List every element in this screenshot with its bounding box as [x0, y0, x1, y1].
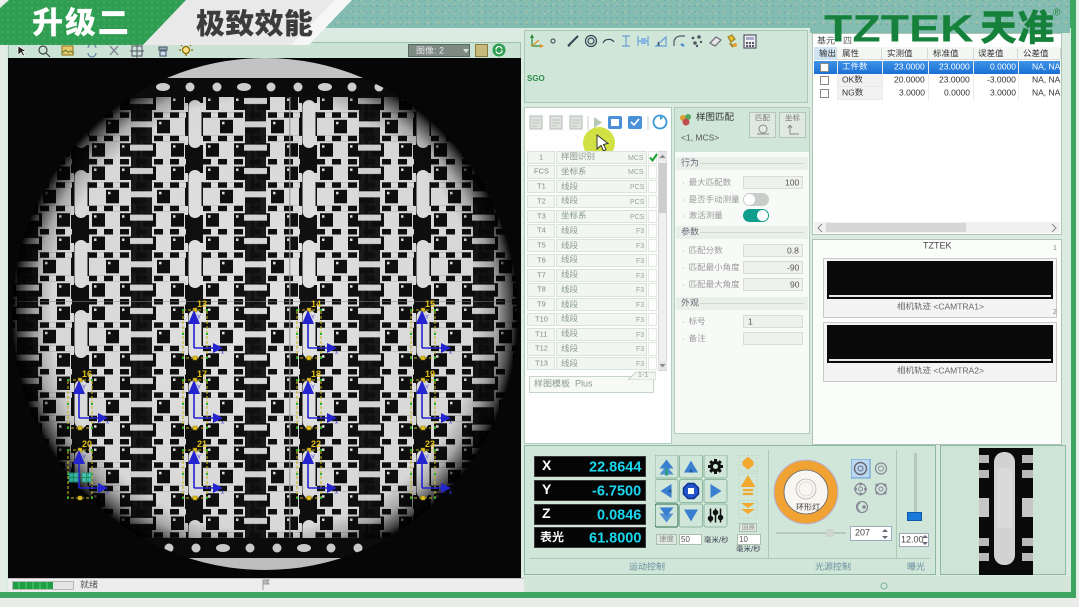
svg-text:-6.7500: -6.7500	[592, 483, 641, 499]
svg-text:T5: T5	[537, 240, 546, 249]
svg-text:22.8644: 22.8644	[589, 459, 641, 475]
svg-text:23.0000: 23.0000	[894, 61, 925, 71]
svg-text:·: ·	[682, 316, 687, 326]
svg-text:PCS: PCS	[630, 199, 645, 206]
svg-text:0.8: 0.8	[787, 245, 799, 255]
svg-text:23.0000: 23.0000	[939, 74, 970, 84]
svg-text:SGO: SGO	[527, 74, 545, 83]
svg-text:TZTEK: TZTEK	[923, 241, 952, 251]
svg-text:·: ·	[682, 245, 687, 255]
svg-text:0.0000: 0.0000	[990, 61, 1016, 71]
svg-text:T8: T8	[537, 285, 546, 294]
svg-text:T3: T3	[537, 211, 546, 220]
svg-text:F3: F3	[636, 272, 644, 279]
svg-text:13: 13	[197, 299, 207, 309]
svg-text:16: 16	[82, 369, 92, 379]
svg-text:207: 207	[855, 528, 870, 538]
svg-text:NA, NA: NA, NA	[1032, 74, 1061, 84]
svg-text:·: ·	[682, 194, 687, 204]
svg-text:F3: F3	[636, 258, 644, 265]
svg-text:PCS: PCS	[630, 184, 645, 191]
svg-text:NG: NG	[842, 88, 855, 98]
svg-text:15: 15	[425, 299, 435, 309]
svg-text:OK: OK	[842, 74, 855, 84]
svg-text:F3: F3	[636, 302, 644, 309]
svg-text:50: 50	[681, 535, 690, 544]
svg-text:T4: T4	[537, 226, 546, 235]
svg-text:T11: T11	[535, 329, 547, 338]
svg-text:-90: -90	[787, 262, 800, 272]
svg-text:®: ®	[1053, 8, 1061, 19]
svg-text:F3: F3	[636, 243, 644, 250]
svg-text:F3: F3	[636, 346, 644, 353]
svg-text:T6: T6	[537, 255, 546, 264]
svg-text:T12: T12	[535, 344, 548, 353]
svg-text:T1: T1	[537, 181, 546, 190]
svg-text:NA, NA: NA, NA	[1032, 88, 1061, 98]
svg-text:T13: T13	[535, 358, 548, 367]
svg-text:MCS: MCS	[628, 169, 644, 176]
svg-text:T10: T10	[535, 314, 548, 323]
svg-text:0.0000: 0.0000	[944, 88, 970, 98]
svg-text:23.0000: 23.0000	[939, 61, 970, 71]
svg-text:22: 22	[311, 439, 321, 449]
svg-text:·: ·	[682, 177, 687, 187]
svg-text:F3: F3	[636, 361, 644, 368]
svg-text:·: ·	[682, 279, 687, 289]
svg-text:61.8000: 61.8000	[589, 531, 641, 547]
svg-text:14: 14	[311, 299, 321, 309]
svg-text:3.0000: 3.0000	[899, 88, 925, 98]
svg-text:<CAMTRA1>: <CAMTRA1>	[931, 301, 984, 311]
svg-text:: 2: : 2	[434, 46, 444, 56]
svg-text:<CAMTRA2>: <CAMTRA2>	[931, 365, 984, 375]
svg-text:20: 20	[82, 439, 92, 449]
svg-text:F3: F3	[636, 228, 644, 235]
svg-text:F3: F3	[636, 331, 644, 338]
svg-text:MCS: MCS	[628, 154, 644, 161]
svg-text:1: 1	[539, 152, 543, 161]
svg-text:F3: F3	[636, 287, 644, 294]
svg-text:Y: Y	[542, 481, 552, 497]
svg-text:1-1: 1-1	[638, 372, 648, 379]
svg-text:·: ·	[682, 210, 687, 220]
svg-text:PCS: PCS	[630, 213, 645, 220]
svg-text:NA, NA: NA, NA	[1032, 61, 1061, 71]
svg-text:19: 19	[425, 369, 435, 379]
svg-text:F3: F3	[636, 317, 644, 324]
svg-text:17: 17	[197, 369, 207, 379]
svg-text:/: /	[751, 544, 754, 553]
svg-text:/: /	[719, 535, 722, 544]
svg-text:10: 10	[739, 535, 748, 544]
svg-text:1: 1	[1053, 245, 1057, 252]
svg-text:Plus: Plus	[570, 379, 593, 389]
svg-text:18: 18	[311, 369, 321, 379]
svg-text:2: 2	[1053, 309, 1057, 316]
svg-text:3.0000: 3.0000	[990, 88, 1016, 98]
svg-text:21: 21	[197, 439, 207, 449]
svg-text:1: 1	[748, 316, 753, 326]
svg-text:Z: Z	[542, 505, 551, 521]
svg-text:T7: T7	[537, 270, 546, 279]
svg-text:·: ·	[682, 333, 687, 343]
svg-text:-3.0000: -3.0000	[987, 74, 1016, 84]
svg-text:·: ·	[682, 262, 687, 272]
svg-text:20.0000: 20.0000	[894, 74, 925, 84]
svg-text:<1, MCS>: <1, MCS>	[681, 132, 719, 142]
svg-text:90: 90	[790, 279, 800, 289]
svg-text:TZTEK: TZTEK	[824, 7, 974, 49]
svg-text:X: X	[542, 457, 552, 473]
svg-text:0.0846: 0.0846	[597, 507, 641, 523]
svg-text:T2: T2	[537, 196, 546, 205]
svg-text:100: 100	[785, 177, 799, 187]
svg-text:T9: T9	[537, 299, 546, 308]
svg-text:FCS: FCS	[534, 167, 549, 176]
svg-text:23: 23	[425, 439, 435, 449]
